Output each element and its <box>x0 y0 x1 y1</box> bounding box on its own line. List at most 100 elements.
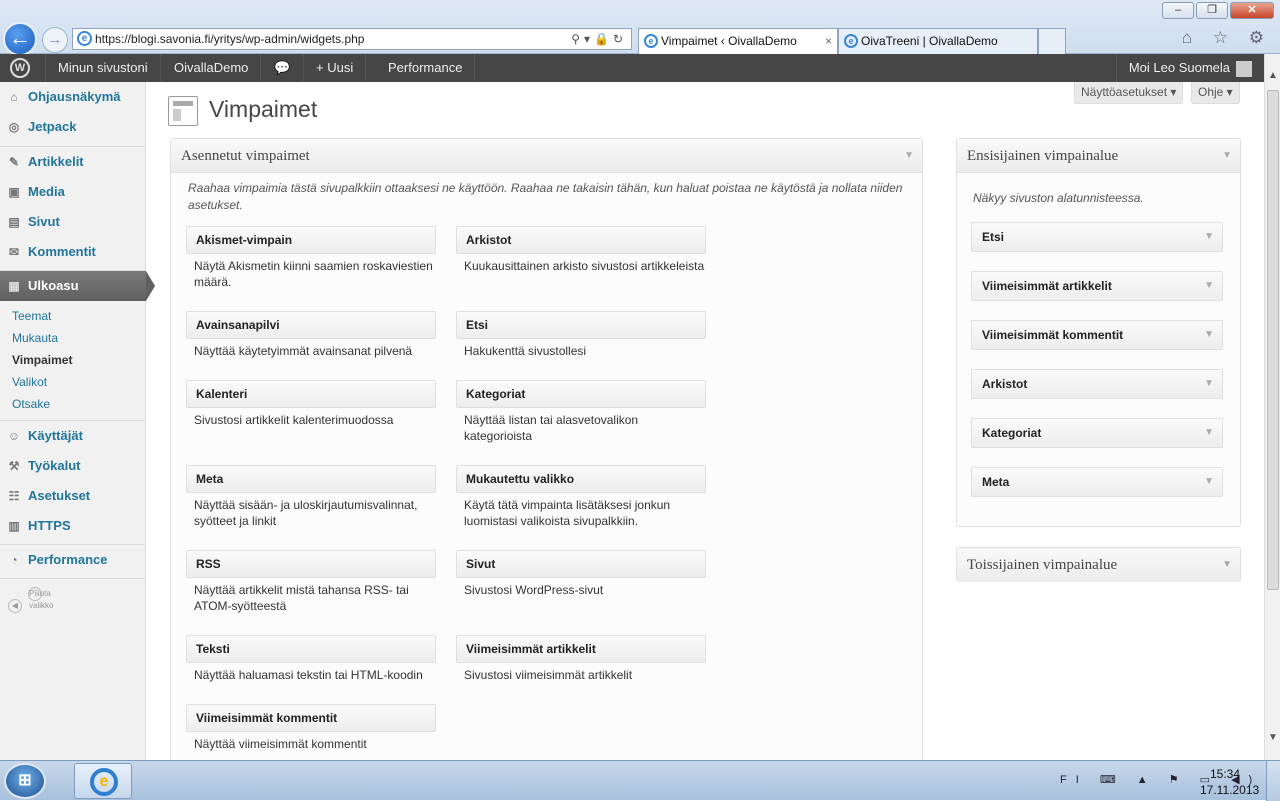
widget-archives[interactable]: Arkistot <box>456 226 706 254</box>
menu-comments[interactable]: ✉ Kommentit <box>0 237 146 267</box>
submenu-header[interactable]: Otsake <box>12 397 50 411</box>
new-tab-button[interactable] <box>1038 28 1066 54</box>
expand-arrow-icon[interactable]: ▼ <box>1204 419 1214 447</box>
widget-pages[interactable]: Sivut <box>456 550 706 578</box>
address-tools-icons[interactable]: ⚲▾🔒↻ <box>571 29 627 49</box>
help-button[interactable]: Ohje ▾ <box>1191 82 1240 104</box>
widget-description: Näyttää listan tai alasvetovalikon kateg… <box>464 413 639 443</box>
pin-icon: ✎ <box>8 155 20 169</box>
sidebar-widget-recent-comments[interactable]: Viimeisimmät kommentit ▼ <box>971 320 1223 350</box>
ie-page-icon: e <box>77 31 92 46</box>
user-greeting: Moi Leo Suomela <box>1128 60 1230 75</box>
wp-logo-menu[interactable]: W <box>0 54 46 82</box>
back-button[interactable]: ← <box>3 22 37 56</box>
language-indicator[interactable]: FI <box>1060 774 1088 786</box>
forward-button[interactable]: → <box>42 27 68 53</box>
menu-https[interactable]: ▥ HTTPS <box>0 511 146 541</box>
widget-meta[interactable]: Meta <box>186 465 436 493</box>
expand-arrow-icon[interactable]: ▼ <box>1204 468 1214 496</box>
page-scrollbar[interactable]: ▲ ▼ <box>1264 54 1280 760</box>
sidebar-widget-categories[interactable]: Kategoriat ▼ <box>971 418 1223 448</box>
taskbar-internet-explorer[interactable]: e <box>74 763 132 799</box>
tab-label: OivaTreeni | OivallaDemo <box>861 34 998 48</box>
tab-oivatreeni[interactable]: e OivaTreeni | OivallaDemo <box>838 28 1038 54</box>
menu-pages[interactable]: ▤ Sivut <box>0 207 146 237</box>
page-icon: ▤ <box>8 215 20 229</box>
performance-icon: ◔ <box>10 553 18 567</box>
sidebar-widget-archives[interactable]: Arkistot ▼ <box>971 369 1223 399</box>
collapse-menu-button[interactable]: ◀ Piilota valikko <box>8 587 53 613</box>
performance-link[interactable]: Performance <box>376 54 476 82</box>
sidebar-widget-recent-posts[interactable]: Viimeisimmät artikkelit ▼ <box>971 271 1223 301</box>
widget-text[interactable]: Teksti <box>186 635 436 663</box>
toggle-arrow-icon[interactable]: ▼ <box>1222 548 1232 582</box>
primary-area-description: Näkyy sivuston alatunnisteessa. <box>973 191 1144 205</box>
scroll-down-icon[interactable]: ▼ <box>1265 730 1280 746</box>
menu-label: Asetukset <box>28 488 91 503</box>
sidebar-widget-search[interactable]: Etsi ▼ <box>971 222 1223 252</box>
home-favorites-tools-icons[interactable]: ⌂ ☆ ⚙ <box>1182 28 1272 48</box>
widget-custom-menu[interactable]: Mukautettu valikko <box>456 465 706 493</box>
address-bar[interactable]: e https://blogi.savonia.fi/yritys/wp-adm… <box>72 28 632 50</box>
toggle-arrow-icon[interactable]: ▼ <box>1222 139 1232 173</box>
menu-appearance[interactable]: ▦ Ulkoasu <box>0 271 155 301</box>
tab-widgets[interactable]: e Vimpaimet ‹ OivallaDemo × <box>638 28 838 54</box>
submenu-themes[interactable]: Teemat <box>12 309 51 323</box>
menu-users[interactable]: ☺ Käyttäjät <box>0 421 146 451</box>
new-content-link[interactable]: + Uusi <box>304 54 367 82</box>
start-button[interactable]: ⊞ <box>4 763 46 799</box>
clock[interactable]: 15:34 17.11.2013 <box>1200 766 1259 798</box>
comments-link[interactable]: 💬 <box>262 54 304 82</box>
admin-bar: W Minun sivustoni OivallaDemo 💬 + Uusi P… <box>0 54 1264 82</box>
secondary-widget-area: Toissijainen vimpainalue ▼ <box>956 547 1241 582</box>
widget-categories[interactable]: Kategoriat <box>456 380 706 408</box>
widget-description: Hakukenttä sivustollesi <box>464 344 587 358</box>
toggle-arrow-icon[interactable]: ▼ <box>904 139 914 173</box>
close-window-button[interactable]: ✕ <box>1230 2 1274 19</box>
my-sites-link[interactable]: Minun sivustoni <box>46 54 161 82</box>
menu-dashboard[interactable]: ⌂ Ohjausnäkymä <box>0 82 146 112</box>
widget-description: Näyttää haluamasi tekstin tai HTML-koodi… <box>194 668 423 682</box>
widget-description: Näyttää sisään- ja uloskirjautumisvalinn… <box>194 498 418 528</box>
tools-icon: ⚒ <box>8 459 20 473</box>
widget-search[interactable]: Etsi <box>456 311 706 339</box>
menu-performance[interactable]: ◔ Performance <box>0 545 146 575</box>
primary-area-header[interactable]: Ensisijainen vimpainalue ▼ <box>957 139 1240 173</box>
expand-arrow-icon[interactable]: ▼ <box>1204 223 1214 251</box>
widget-recent-posts[interactable]: Viimeisimmät artikkelit <box>456 635 706 663</box>
user-account-menu[interactable]: Moi Leo Suomela <box>1115 54 1264 82</box>
submenu-widgets[interactable]: Vimpaimet <box>12 353 72 367</box>
submenu-customize[interactable]: Mukauta <box>12 331 58 345</box>
sidebar-widget-meta[interactable]: Meta ▼ <box>971 467 1223 497</box>
expand-arrow-icon[interactable]: ▼ <box>1204 272 1214 300</box>
url-text: https://blogi.savonia.fi/yritys/wp-admin… <box>95 32 365 46</box>
expand-arrow-icon[interactable]: ▼ <box>1204 370 1214 398</box>
site-name-link[interactable]: OivallaDemo <box>162 54 262 82</box>
minimize-button[interactable]: – <box>1162 2 1194 19</box>
widget-description: Näytä Akismetin kiinni saamien roskavies… <box>194 259 433 289</box>
menu-jetpack[interactable]: ◎ Jetpack <box>0 112 146 142</box>
restore-button[interactable]: ❐ <box>1196 2 1228 19</box>
widget-tag-cloud[interactable]: Avainsanapilvi <box>186 311 436 339</box>
menu-posts[interactable]: ✎ Artikkelit <box>0 147 146 177</box>
widget-description: Käytä tätä vimpainta lisätäksesi jonkun … <box>464 498 671 528</box>
menu-media[interactable]: ▣ Media <box>0 177 146 207</box>
expand-arrow-icon[interactable]: ▼ <box>1204 321 1214 349</box>
scroll-up-icon[interactable]: ▲ <box>1265 68 1280 84</box>
tab-label: Vimpaimet ‹ OivallaDemo <box>661 34 797 48</box>
widget-rss[interactable]: RSS <box>186 550 436 578</box>
submenu-menus[interactable]: Valikot <box>12 375 47 389</box>
widgets-page-icon <box>168 96 198 126</box>
widget-description: Sivustosi WordPress-sivut <box>464 583 604 597</box>
screen-options-button[interactable]: Näyttöasetukset ▾ <box>1074 82 1184 104</box>
widget-akismet[interactable]: Akismet-vimpain <box>186 226 436 254</box>
menu-tools[interactable]: ⚒ Työkalut <box>0 451 146 481</box>
available-widgets-header[interactable]: Asennetut vimpaimet ▼ <box>171 139 922 173</box>
secondary-area-header[interactable]: Toissijainen vimpainalue ▼ <box>957 548 1240 582</box>
menu-settings[interactable]: ☷ Asetukset <box>0 481 146 511</box>
widget-calendar[interactable]: Kalenteri <box>186 380 436 408</box>
close-tab-icon[interactable]: × <box>825 29 832 53</box>
scroll-thumb[interactable] <box>1267 90 1279 590</box>
widget-recent-comments[interactable]: Viimeisimmät kommentit <box>186 704 436 732</box>
show-desktop-button[interactable] <box>1266 761 1280 801</box>
